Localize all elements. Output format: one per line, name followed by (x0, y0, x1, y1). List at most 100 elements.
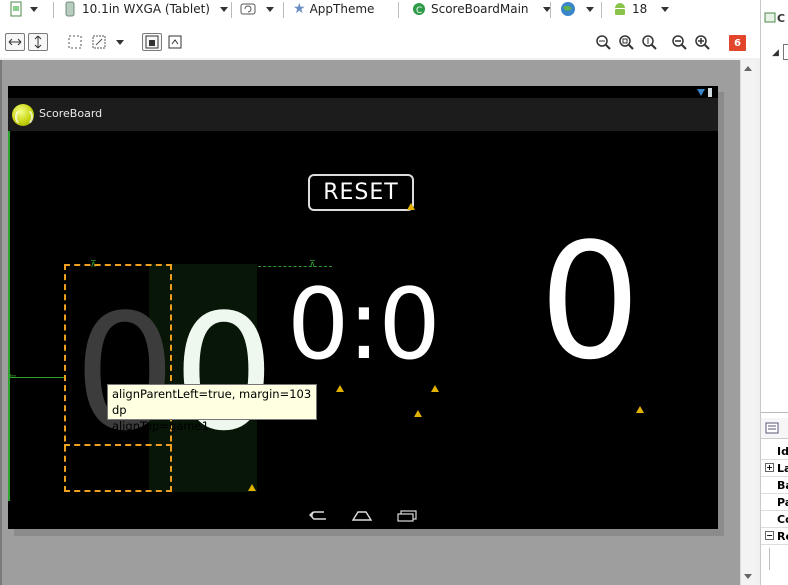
property-row[interactable]: Ba (761, 477, 788, 494)
back-icon[interactable] (308, 510, 328, 522)
expand-horizontal-icon (8, 38, 22, 46)
warning-icon[interactable] (636, 406, 644, 413)
zoom-fit-button[interactable] (594, 33, 612, 51)
warning-icon[interactable] (431, 385, 439, 392)
canvas-edge (0, 60, 2, 585)
zoom-in-icon (695, 35, 710, 50)
property-row[interactable]: + La (761, 460, 788, 477)
selection-box[interactable] (64, 264, 172, 492)
scroll-up-icon[interactable] (744, 66, 752, 71)
api-level-selector[interactable]: 18 (612, 0, 670, 18)
zoom-out-magnifier-icon (596, 35, 611, 50)
locale-selector[interactable] (560, 0, 594, 18)
fill-width-button[interactable] (5, 33, 25, 51)
star-icon: ★ (293, 1, 306, 17)
chevron-down-icon (661, 6, 670, 12)
warning-icon[interactable] (336, 385, 344, 392)
panel-divider[interactable] (761, 412, 788, 413)
chevron-down-icon (219, 6, 228, 12)
chevron-down-icon (586, 6, 594, 12)
activity-selector[interactable]: C ScoreBoardMain (412, 0, 551, 18)
canvas-vertical-scrollbar[interactable] (740, 60, 756, 585)
theme-selector[interactable]: ★ AppTheme (293, 0, 374, 18)
property-row[interactable]: Pa (761, 494, 788, 511)
tree-line (769, 548, 770, 570)
warning-icon[interactable] (248, 484, 256, 491)
layout-actions-button[interactable] (165, 33, 185, 51)
layout-file-icon (10, 1, 22, 17)
tooltip-line: alignTop=game1 (112, 419, 210, 433)
rotate-icon (240, 3, 256, 15)
activity-label: ScoreBoardMain (431, 2, 529, 16)
warning-icon[interactable] (407, 203, 415, 210)
expand-vertical-icon (34, 35, 42, 49)
wifi-battery-icon (697, 88, 712, 97)
zoom-100-button[interactable] (640, 33, 658, 51)
layout-toolbar-bottom: 6 (0, 22, 760, 58)
property-row[interactable]: Id (761, 443, 788, 460)
properties-icon (765, 422, 779, 434)
new-config-button[interactable] (8, 0, 38, 18)
zoom-actual-icon (642, 35, 657, 50)
select-parent-button[interactable] (142, 33, 162, 51)
layout-toolbar-top: 10.1in WXGA (Tablet) ★ AppTheme C ScoreB… (0, 0, 760, 23)
margin-guide-left (8, 377, 64, 378)
svg-text:C: C (777, 12, 785, 25)
status-bar (8, 86, 718, 98)
selection-edge-guide (8, 131, 10, 501)
margins-icon (68, 35, 82, 49)
tree-node-icon (783, 44, 788, 60)
activity-icon: C (413, 3, 425, 16)
collapse-minus-icon[interactable]: − (765, 531, 774, 540)
outline-icon: C (764, 12, 785, 25)
resize-button[interactable] (89, 33, 109, 51)
device-screen[interactable]: ScoreBoard ⊼ ⊼ ← RESET 0 0 0:0 0 alignPa… (8, 86, 718, 529)
fill-height-button[interactable] (28, 33, 48, 51)
layout-actions-icon (168, 35, 182, 49)
android-icon (615, 3, 625, 15)
zoom-grid-icon (619, 35, 634, 50)
tooltip-line: alignParentLeft=true, margin=103 dp (112, 387, 312, 417)
resize-dropdown[interactable] (110, 33, 130, 51)
chevron-down-icon (116, 39, 124, 45)
zoom-in-button[interactable] (693, 33, 711, 51)
app-title: ScoreBoard (39, 107, 103, 120)
zoom-out-icon (672, 35, 687, 50)
toggle-margins-button[interactable] (65, 33, 85, 51)
chevron-down-icon (266, 6, 274, 12)
reset-button[interactable]: RESET (308, 174, 414, 211)
navigation-bar (8, 504, 718, 529)
scroll-down-icon[interactable] (744, 574, 752, 579)
tennis-ball-icon (12, 104, 34, 126)
globe-icon (561, 2, 575, 16)
select-parent-icon (145, 35, 159, 49)
property-row[interactable]: − Re (761, 528, 788, 545)
svg-text:C: C (416, 6, 422, 16)
selection-divider (64, 444, 172, 447)
error-count-badge[interactable]: 6 (729, 35, 746, 51)
resize-icon (92, 35, 106, 49)
property-row[interactable]: Co (761, 511, 788, 528)
action-bar: ScoreBoard (8, 98, 718, 131)
tablet-icon (65, 1, 75, 17)
api-level-label: 18 (632, 2, 648, 16)
game-score[interactable]: 0:0 (287, 276, 441, 374)
theme-label: AppTheme (309, 2, 375, 16)
zoom-out-button[interactable] (670, 33, 688, 51)
recent-apps-icon[interactable] (396, 510, 418, 522)
outline-panel: C ◢ Id + La Ba Pa Co − Re (760, 0, 788, 585)
warning-icon[interactable] (414, 410, 422, 417)
properties-header (761, 418, 788, 439)
orientation-selector[interactable] (240, 0, 274, 18)
tree-collapse-icon[interactable]: ◢ (772, 48, 779, 58)
layout-hint-tooltip: alignParentLeft=true, margin=103 dp alig… (107, 384, 317, 433)
expand-plus-icon[interactable]: + (765, 463, 774, 472)
guide-arrow-icon: ← (8, 371, 17, 382)
device-label: 10.1in WXGA (Tablet) (82, 2, 210, 16)
zoom-real-size-button[interactable] (617, 33, 635, 51)
set-score[interactable]: 0 (539, 222, 641, 382)
home-icon[interactable] (351, 510, 373, 522)
outline-tab[interactable]: C (763, 6, 787, 26)
device-selector[interactable]: 10.1in WXGA (Tablet) (63, 0, 228, 18)
chevron-down-icon (30, 6, 38, 12)
